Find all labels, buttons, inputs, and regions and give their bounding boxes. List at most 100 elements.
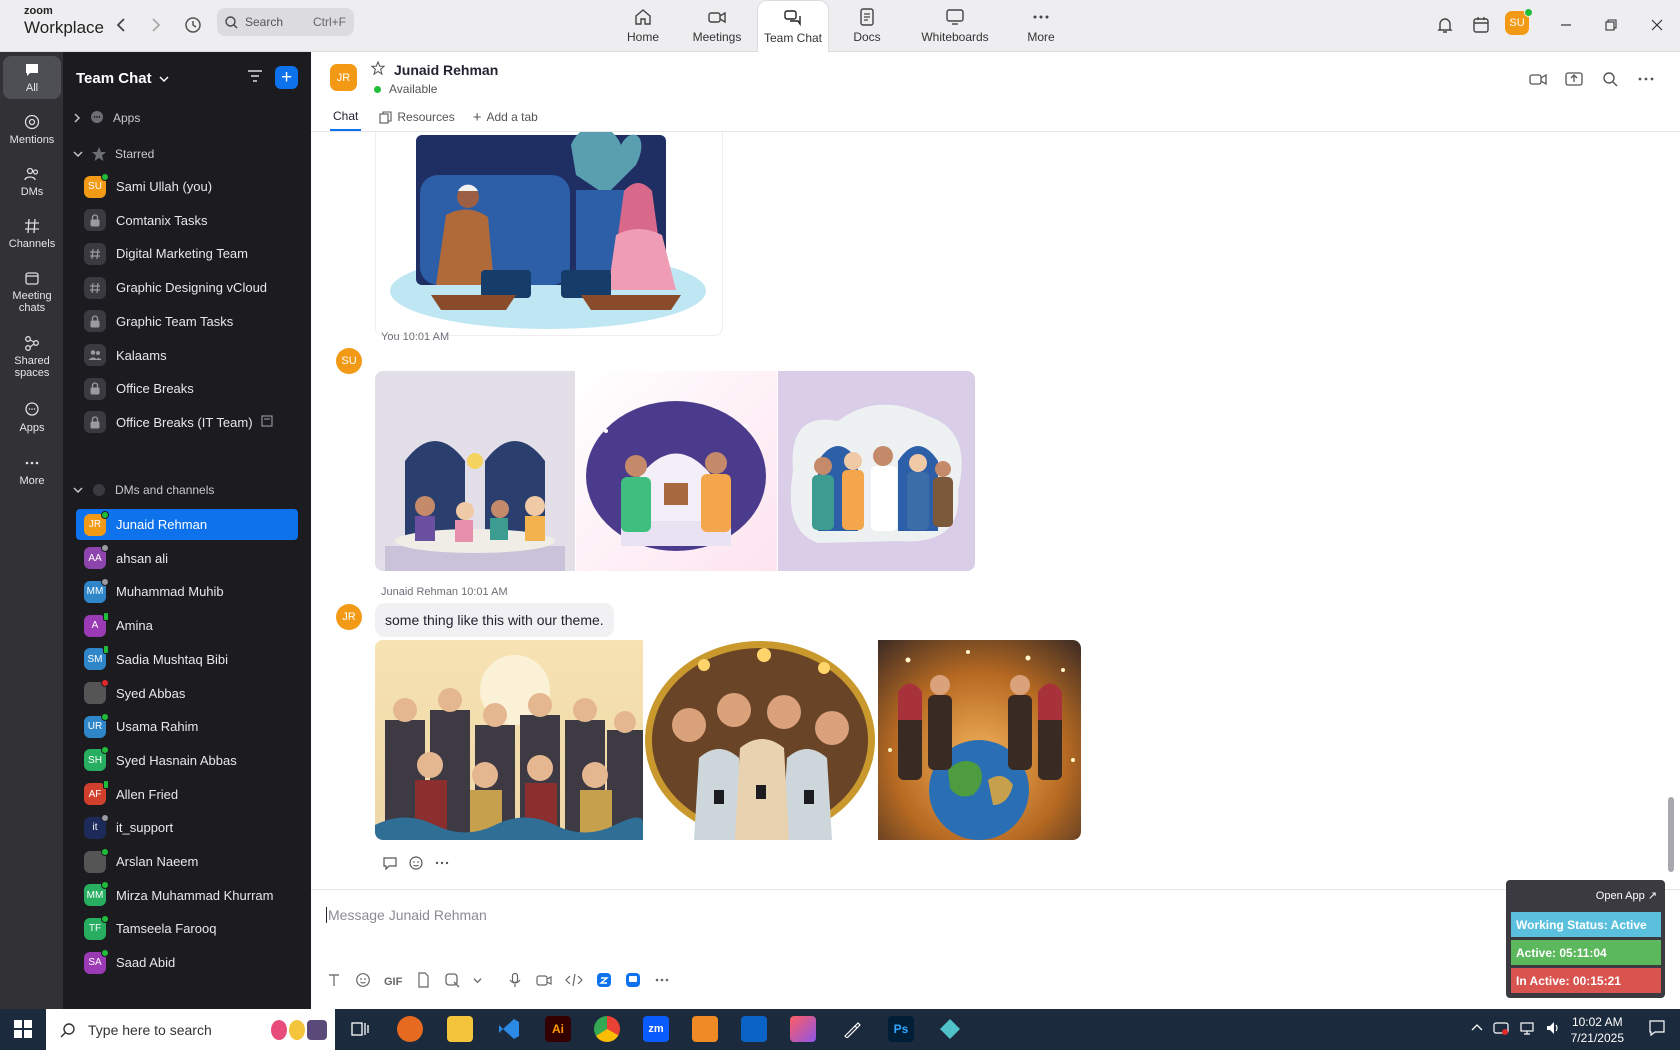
sidebar-item[interactable]: AF Allen Fried	[76, 779, 298, 810]
add-reaction-icon[interactable]	[408, 855, 424, 874]
sidebar-item[interactable]: UR Usama Rahim	[76, 711, 298, 742]
volume-icon[interactable]	[1545, 1020, 1561, 1039]
creative-cloud-icon[interactable]	[790, 1016, 816, 1042]
outlook-icon[interactable]	[741, 1016, 767, 1042]
video-call-icon[interactable]	[1529, 70, 1547, 91]
screenshot-icon[interactable]	[444, 972, 460, 991]
sidebar-item[interactable]: Digital Marketing Team	[76, 238, 298, 269]
vscode-icon[interactable]	[496, 1016, 522, 1042]
minimize-icon[interactable]	[1553, 12, 1579, 38]
sidebar-item[interactable]: Graphic Designing vCloud	[76, 272, 298, 303]
share-screen-icon[interactable]	[1565, 70, 1583, 91]
nav-whiteboards[interactable]: Whiteboards	[917, 0, 993, 52]
message-image[interactable]	[878, 640, 1081, 840]
illustrator-icon[interactable]: Ai	[545, 1016, 571, 1042]
tab-add[interactable]: + Add a tab	[473, 109, 538, 131]
message-input[interactable]: Message Junaid Rehman	[326, 907, 487, 923]
filter-icon[interactable]	[246, 67, 264, 88]
sidebar-item[interactable]: TF Tamseela Farooq	[76, 913, 298, 944]
file-explorer-icon[interactable]	[447, 1016, 473, 1042]
search-icon[interactable]	[1601, 70, 1619, 91]
chevron-up-icon[interactable]	[1471, 1022, 1483, 1037]
more-options-icon[interactable]	[1637, 70, 1655, 91]
sidebar-item[interactable]: JR Junaid Rehman	[76, 509, 298, 540]
section-apps[interactable]: Apps	[73, 110, 140, 126]
rail-dms[interactable]: DMs	[3, 166, 61, 198]
rail-mentions[interactable]: Mentions	[3, 114, 61, 146]
gif-button[interactable]: GIF	[384, 976, 402, 988]
new-chat-button[interactable]: +	[275, 66, 298, 89]
reply-thread-icon[interactable]	[382, 855, 398, 874]
sidebar-item[interactable]: SH Syed Hasnain Abbas	[76, 745, 298, 776]
task-view-icon[interactable]	[347, 1016, 373, 1042]
sidebar-item[interactable]: MM Muhammad Muhib	[76, 576, 298, 607]
taskbar-search[interactable]: Type here to search	[46, 1009, 335, 1050]
sidebar-item[interactable]: AA ahsan ali	[76, 543, 298, 574]
open-app-link[interactable]: Open App ↗	[1596, 889, 1657, 902]
rail-all[interactable]: All	[3, 56, 61, 99]
chrome-icon[interactable]	[594, 1016, 620, 1042]
sidebar-item[interactable]: SA Saad Abid	[76, 947, 298, 978]
rail-channels[interactable]: Channels	[3, 218, 61, 250]
pen-tool-icon[interactable]	[839, 1016, 865, 1042]
nav-meetings[interactable]: Meetings	[689, 0, 745, 52]
app-integration-icon[interactable]	[596, 972, 612, 991]
user-avatar[interactable]: SU	[1505, 8, 1533, 35]
microphone-icon[interactable]	[507, 972, 523, 991]
message-bubble[interactable]: some thing like this with our theme.	[375, 603, 614, 637]
file-icon[interactable]	[415, 972, 431, 991]
restore-icon[interactable]	[1598, 12, 1624, 38]
message-image[interactable]	[375, 640, 643, 840]
contact-avatar[interactable]: JR	[330, 64, 357, 91]
section-dms[interactable]: DMs and channels	[73, 482, 214, 498]
firefox-icon[interactable]	[397, 1016, 423, 1042]
star-icon[interactable]	[370, 60, 386, 78]
message-image[interactable]	[778, 371, 975, 571]
forward-arrow-icon[interactable]	[143, 12, 169, 38]
zoom-taskbar-icon[interactable]: zm	[643, 1016, 669, 1042]
rail-shared-spaces[interactable]: Shared spaces	[3, 335, 61, 379]
section-starred[interactable]: Starred	[73, 146, 154, 162]
network-icon[interactable]	[1519, 1020, 1535, 1039]
photoshop-icon[interactable]: Ps	[888, 1016, 914, 1042]
windows-start-icon[interactable]	[14, 1020, 32, 1041]
chevron-down-icon[interactable]	[473, 976, 482, 988]
bell-icon[interactable]	[1432, 12, 1458, 38]
tab-resources[interactable]: Resources	[379, 109, 455, 131]
sidebar-item[interactable]: Arslan Naeem	[76, 846, 298, 877]
sidebar-item[interactable]: it it_support	[76, 812, 298, 843]
emoji-icon[interactable]	[355, 972, 371, 991]
more-options-icon[interactable]	[434, 855, 450, 874]
sidebar-item[interactable]: Office Breaks	[76, 373, 298, 404]
tray-app-icon[interactable]	[1493, 1020, 1509, 1039]
sidebar-item[interactable]: Comtanix Tasks	[76, 205, 298, 236]
back-arrow-icon[interactable]	[108, 12, 134, 38]
sidebar-item[interactable]: SM Sadia Mushtaq Bibi	[76, 644, 298, 675]
text-format-icon[interactable]	[326, 972, 342, 991]
sidebar-item[interactable]: Syed Abbas	[76, 678, 298, 709]
message-avatar[interactable]: JR	[336, 604, 362, 630]
nav-more[interactable]: More	[1021, 0, 1061, 52]
sidebar-item[interactable]: Graphic Team Tasks	[76, 306, 298, 337]
message-image[interactable]	[644, 640, 877, 840]
sidebar-item[interactable]: Kalaams	[76, 340, 298, 371]
message-image[interactable]	[375, 132, 723, 336]
sidebar-item[interactable]: A Amina	[76, 610, 298, 641]
close-icon[interactable]	[1644, 12, 1670, 38]
rail-meeting-chats[interactable]: Meeting chats	[3, 270, 61, 314]
contact-name[interactable]: Junaid Rehman	[394, 62, 498, 78]
nav-home[interactable]: Home	[617, 0, 669, 52]
tab-chat[interactable]: Chat	[330, 109, 362, 131]
more-options-icon[interactable]	[654, 972, 670, 991]
code-snippet-icon[interactable]	[565, 972, 584, 991]
xampp-icon[interactable]	[692, 1016, 718, 1042]
sidebar-title[interactable]: Team Chat	[76, 70, 169, 87]
sidebar-item[interactable]: MM Mirza Muhammad Khurram	[76, 880, 298, 911]
sidebar-item[interactable]: SU Sami Ullah (you)	[76, 171, 298, 202]
app-diamond-icon[interactable]	[937, 1016, 963, 1042]
history-icon[interactable]	[180, 12, 206, 38]
system-clock[interactable]: 10:02 AM 7/21/2025	[1571, 1014, 1624, 1046]
message-avatar[interactable]: SU	[336, 348, 362, 374]
video-message-icon[interactable]	[536, 972, 552, 991]
rail-more[interactable]: More	[3, 455, 61, 487]
